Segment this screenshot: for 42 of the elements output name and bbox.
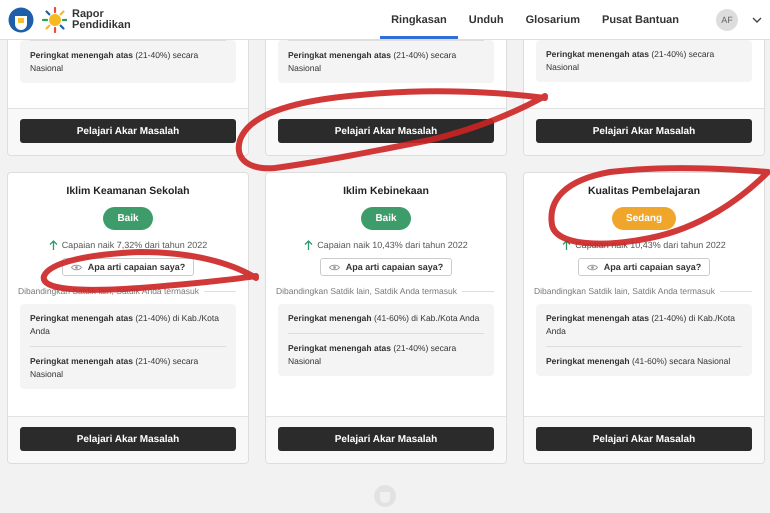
emblem-icon bbox=[8, 6, 34, 32]
nav-tab[interactable]: Glosarium bbox=[514, 0, 591, 39]
logo-text: Rapor Pendidikan bbox=[72, 8, 132, 30]
sun-logo-icon bbox=[39, 6, 67, 32]
eye-icon bbox=[586, 264, 598, 270]
arrow-up-icon bbox=[562, 240, 572, 250]
root-cause-button[interactable]: Pelajari Akar Masalah bbox=[20, 427, 236, 451]
compare-text: Dibandingkan Satdik lain, Satdik Anda termasuk bbox=[534, 286, 715, 296]
rank-text: Peringkat menengah atas (21-40%) secara Nasional bbox=[546, 48, 716, 74]
root-cause-button[interactable]: Pelajari Akar Masalah bbox=[536, 119, 752, 143]
chevron-down-icon[interactable] bbox=[752, 16, 762, 22]
card-title: Iklim Keamanan Sekolah bbox=[66, 185, 190, 197]
rank-text: Peringkat menengah atas (21-40%) secara Nasional bbox=[288, 40, 484, 83]
root-cause-button[interactable]: Pelajari Akar Masalah bbox=[278, 427, 494, 451]
status-badge: Baik bbox=[361, 207, 411, 230]
root-cause-button[interactable]: Pelajari Akar Masalah bbox=[278, 119, 494, 143]
root-cause-button[interactable]: Pelajari Akar Masalah bbox=[20, 119, 236, 143]
nav-tab[interactable]: Unduh bbox=[458, 0, 515, 39]
rank-text: Peringkat menengah atas (21-40%) di Kab./Kota Anda bbox=[30, 312, 220, 338]
rank-text: Peringkat menengah (41-60%) secara Nasional bbox=[546, 346, 742, 376]
arrow-up-icon bbox=[304, 240, 314, 250]
change-text: Capaian naik 10,43% dari tahun 2022 bbox=[317, 240, 468, 250]
rank-text: Peringkat menengah atas (21-40%) secara Nasional bbox=[288, 333, 484, 376]
compare-text: Dibandingkan Satdik lain, Satdik Anda termasuk bbox=[276, 286, 457, 296]
status-badge: Baik bbox=[103, 207, 153, 230]
help-button[interactable]: Apa arti capaian saya? bbox=[578, 258, 710, 276]
eye-icon bbox=[70, 264, 82, 270]
avatar[interactable]: AF bbox=[716, 8, 738, 30]
root-cause-button[interactable]: Pelajari Akar Masalah bbox=[536, 427, 752, 451]
status-badge: Sedang bbox=[612, 207, 676, 230]
rank-text: Peringkat menengah atas (21-40%) secara Nasional bbox=[30, 346, 226, 389]
card-title: Kualitas Pembelajaran bbox=[588, 185, 700, 197]
card-title: Iklim Kebinekaan bbox=[343, 185, 429, 197]
arrow-up-icon bbox=[48, 240, 58, 250]
change-text: Capaian naik 7,32% dari tahun 2022 bbox=[62, 240, 208, 250]
eye-icon bbox=[328, 264, 340, 270]
rank-text: Peringkat menengah (41-60%) di Kab./Kota Anda bbox=[288, 312, 480, 325]
help-button[interactable]: Apa arti capaian saya? bbox=[320, 258, 452, 276]
nav-tab[interactable]: Pusat Bantuan bbox=[590, 0, 690, 39]
rank-text: Peringkat menengah atas (21-40%) secara Nasional bbox=[30, 40, 226, 83]
rank-text: Peringkat menengah atas (21-40%) di Kab./Kota Anda bbox=[546, 312, 736, 338]
help-button[interactable]: Apa arti capaian saya? bbox=[62, 258, 194, 276]
